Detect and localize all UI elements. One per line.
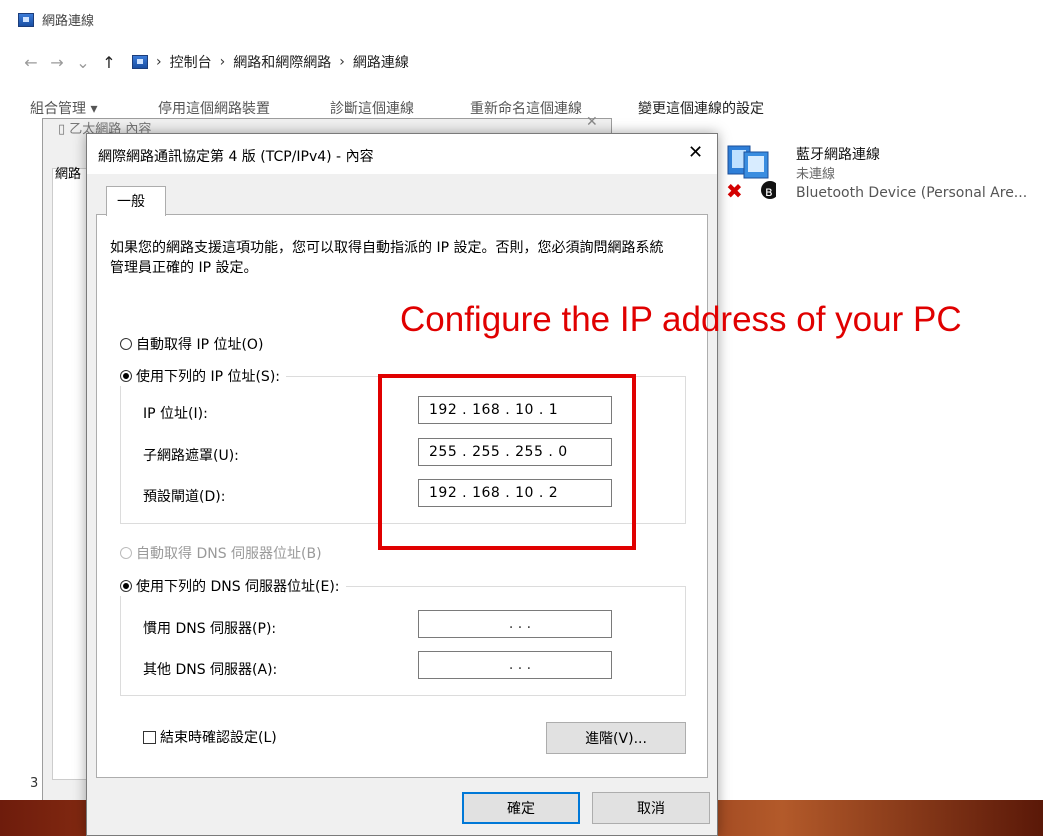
close-icon[interactable]: ✕ — [688, 142, 703, 163]
tab-general[interactable]: 一般 — [106, 186, 166, 216]
preferred-dns-field[interactable]: . . . — [418, 610, 612, 638]
validate-settings-label: 結束時確認設定(L) — [160, 730, 277, 746]
annotation-clip: Configure the IP address of your PC — [0, 290, 1043, 350]
ok-button[interactable]: 確定 — [462, 792, 580, 824]
window-title-text: 網路連線 — [42, 14, 95, 29]
change-settings-button[interactable]: 變更這個連線的設定 — [638, 98, 764, 118]
pin-icon: ▯ — [58, 122, 70, 137]
svg-text:ʙ: ʙ — [765, 185, 773, 200]
status-count: 3 — [30, 776, 39, 791]
dns-manual-option[interactable]: 使用下列的 DNS 伺服器位址(E): — [120, 576, 346, 596]
dialog-title: 網際網路通訊協定第 4 版 (TCP/IPv4) - 內容 — [98, 149, 374, 165]
highlight-box — [378, 374, 636, 550]
connection-device: Bluetooth Device (Personal Are... — [796, 185, 1028, 201]
default-gateway-label: 預設閘道(D): — [143, 489, 226, 505]
connection-name[interactable]: 藍牙網路連線 — [796, 144, 880, 164]
advanced-button[interactable]: 進階(V)... — [546, 722, 686, 754]
control-panel-icon — [132, 55, 148, 69]
alternate-dns-field[interactable]: . . . — [418, 651, 612, 679]
validate-settings-checkbox[interactable] — [143, 731, 156, 744]
dns-auto-radio — [120, 547, 132, 559]
breadcrumb-network-internet[interactable]: 網路和網際網路 — [233, 52, 331, 72]
network-connections-icon — [18, 12, 34, 27]
ip-manual-radio[interactable] — [120, 370, 132, 382]
annotation-text: Configure the IP address of your PC — [400, 300, 962, 339]
ip-manual-option[interactable]: 使用下列的 IP 位址(S): — [120, 366, 286, 386]
up-arrow-icon[interactable]: ↑ — [96, 53, 122, 72]
back-arrow-icon[interactable]: ← — [18, 53, 44, 72]
description-text: 如果您的網路支援這項功能，您可以取得自動指派的 IP 設定。否則，您必須詢問網路… — [110, 240, 664, 276]
rename-button[interactable]: 重新命名這個連線 — [470, 98, 582, 118]
breadcrumb-network-connections[interactable]: 網路連線 — [353, 52, 409, 72]
bluetooth-network-icon[interactable]: ✖ ʙ — [724, 142, 776, 202]
breadcrumb-control-panel[interactable]: 控制台 — [170, 52, 212, 72]
ip-address-label: IP 位址(I): — [143, 406, 208, 422]
disable-device-button[interactable]: 停用這個網路裝置 — [158, 98, 270, 118]
navigation-bar: ← → ⌄ ↑ › 控制台 › 網路和網際網路 › 網路連線 — [18, 52, 409, 72]
dns-auto-label: 自動取得 DNS 伺服器位址(B) — [136, 546, 322, 562]
preferred-dns-label: 慣用 DNS 伺服器(P): — [143, 621, 277, 637]
dns-auto-option: 自動取得 DNS 伺服器位址(B) — [120, 543, 322, 563]
tab-networking[interactable]: 網路 — [55, 163, 81, 182]
forward-arrow-icon[interactable]: → — [44, 53, 70, 72]
dns-manual-radio[interactable] — [120, 580, 132, 592]
connection-status: 未連線 — [796, 167, 836, 182]
organize-menu[interactable]: 組合管理 ▾ — [30, 98, 97, 118]
dns-manual-label: 使用下列的 DNS 伺服器位址(E): — [136, 579, 340, 595]
breadcrumb-separator: › — [219, 54, 226, 70]
close-icon[interactable]: ✕ — [586, 114, 598, 130]
svg-text:✖: ✖ — [726, 179, 743, 202]
dns-settings-group — [120, 586, 686, 696]
window-title: 網路連線 — [18, 10, 94, 29]
recent-locations-icon[interactable]: ⌄ — [70, 53, 96, 72]
breadcrumb-separator: › — [156, 54, 162, 70]
validate-settings-option[interactable]: 結束時確認設定(L) — [143, 727, 277, 747]
diagnose-button[interactable]: 診斷這個連線 — [330, 98, 414, 118]
cancel-button[interactable]: 取消 — [592, 792, 710, 824]
ip-manual-label: 使用下列的 IP 位址(S): — [136, 369, 280, 385]
subnet-mask-label: 子網路遮罩(U): — [143, 448, 239, 464]
alternate-dns-label: 其他 DNS 伺服器(A): — [143, 662, 278, 678]
breadcrumb-separator: › — [339, 54, 345, 70]
